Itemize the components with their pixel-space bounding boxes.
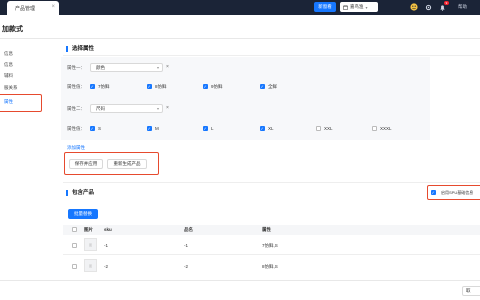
highlight-box — [64, 152, 159, 175]
cell-attribute: 8仿鲜,S — [262, 264, 278, 269]
tab-product-management[interactable]: 产品管理 × — [7, 1, 59, 15]
close-icon[interactable]: × — [51, 4, 55, 10]
notification-badge: 9 — [444, 1, 449, 5]
page-title: 加款式 — [2, 26, 23, 33]
new-window-button[interactable]: 新窗看 — [314, 2, 336, 12]
store-name: 嘉鸟渔 — [350, 4, 364, 9]
cell-attribute: 7仿鲜,S — [262, 243, 278, 248]
cell-sku: -1 — [104, 243, 109, 248]
section-title-products: 包含产品 — [66, 190, 94, 196]
store-icon — [343, 4, 348, 10]
checkbox-8[interactable] — [147, 84, 152, 89]
option-label: 8仿鲜 — [155, 84, 167, 89]
chevron-down-icon: ▾ — [365, 4, 368, 10]
checkbox-xxl[interactable] — [316, 126, 321, 131]
tab-label: 产品管理 — [15, 5, 36, 12]
footer-bar — [0, 280, 480, 300]
option-label: S — [98, 126, 102, 131]
option-label: M — [155, 126, 159, 131]
close-icon[interactable]: × — [166, 105, 169, 111]
checkbox-xl[interactable] — [260, 126, 265, 131]
product-thumbnail: 图 — [84, 259, 97, 272]
checkbox-7[interactable] — [90, 84, 95, 89]
cancel-button[interactable]: 取 — [462, 286, 480, 296]
option-label: 9仿鲜 — [211, 84, 223, 89]
help-link[interactable]: 帮助 — [458, 4, 467, 10]
column-header-name: 品名 — [184, 227, 193, 232]
divider — [0, 38, 480, 39]
anchor-item-info[interactable]: 信息 — [0, 61, 48, 69]
option-label: XL — [268, 126, 274, 131]
close-icon[interactable]: × — [166, 64, 169, 70]
option-label: 全鲜 — [268, 84, 277, 89]
divider — [63, 182, 480, 183]
attr-values-label: 属性值： — [67, 84, 85, 89]
anchor-item-basic-info[interactable]: 信息 — [0, 50, 48, 58]
column-header-sku: sku — [104, 227, 112, 232]
attr-two-value: 尺码 — [96, 106, 105, 111]
anchor-item-relations[interactable]: 服关系 — [0, 84, 48, 92]
checkbox-xxxl[interactable] — [372, 126, 377, 131]
table-header — [63, 225, 480, 235]
checkbox-all[interactable] — [260, 84, 265, 89]
anchor-item-accessories[interactable]: 辅料 — [0, 72, 48, 80]
store-select[interactable]: 嘉鸟渔 ▾ — [340, 2, 378, 12]
column-header-image: 图片 — [84, 227, 93, 232]
attr-one-select[interactable]: 颜色 ▾ — [90, 63, 163, 72]
avatar[interactable] — [410, 3, 418, 11]
cell-name: -2 — [184, 264, 189, 269]
attr-two-select[interactable]: 尺码 ▾ — [90, 104, 163, 113]
add-attribute-link[interactable]: 添加属性 — [67, 145, 85, 151]
divider — [63, 254, 480, 255]
chevron-down-icon: ▾ — [156, 106, 159, 111]
select-all-checkbox[interactable] — [72, 227, 77, 232]
product-thumbnail: 图 — [84, 238, 97, 251]
option-label: L — [211, 126, 214, 131]
chevron-down-icon: ▾ — [156, 65, 159, 70]
cell-name: -1 — [184, 243, 189, 248]
checkbox-s[interactable] — [90, 126, 95, 131]
option-label: XXXL — [380, 126, 392, 131]
checkbox-m[interactable] — [147, 126, 152, 131]
column-header-attribute: 属性 — [262, 227, 271, 232]
divider — [63, 55, 480, 56]
attr-two-label: 属性二： — [67, 106, 85, 111]
attr-one-value: 颜色 — [96, 65, 105, 70]
top-bar: 产品管理 × 新窗看 嘉鸟渔 ▾ 9 帮助 — [0, 0, 480, 15]
option-label: XXL — [324, 126, 333, 131]
checkbox-l[interactable] — [203, 126, 208, 131]
section-title-attributes: 选择属性 — [66, 46, 94, 52]
spu-sync-label: 启用SPU基础信息 — [441, 190, 474, 195]
row-checkbox[interactable] — [72, 243, 77, 248]
highlight-box — [0, 94, 42, 112]
option-label: 7仿鲜 — [98, 84, 110, 89]
attr-values-label: 属性值： — [67, 126, 85, 131]
row-checkbox[interactable] — [72, 264, 77, 269]
cell-sku: -2 — [104, 264, 109, 269]
checkbox-9[interactable] — [203, 84, 208, 89]
attr-one-label: 属性一： — [67, 65, 85, 70]
batch-replace-button[interactable]: 批量替换 — [68, 209, 98, 219]
gear-icon[interactable] — [424, 3, 432, 11]
spu-sync-checkbox[interactable] — [431, 190, 436, 195]
